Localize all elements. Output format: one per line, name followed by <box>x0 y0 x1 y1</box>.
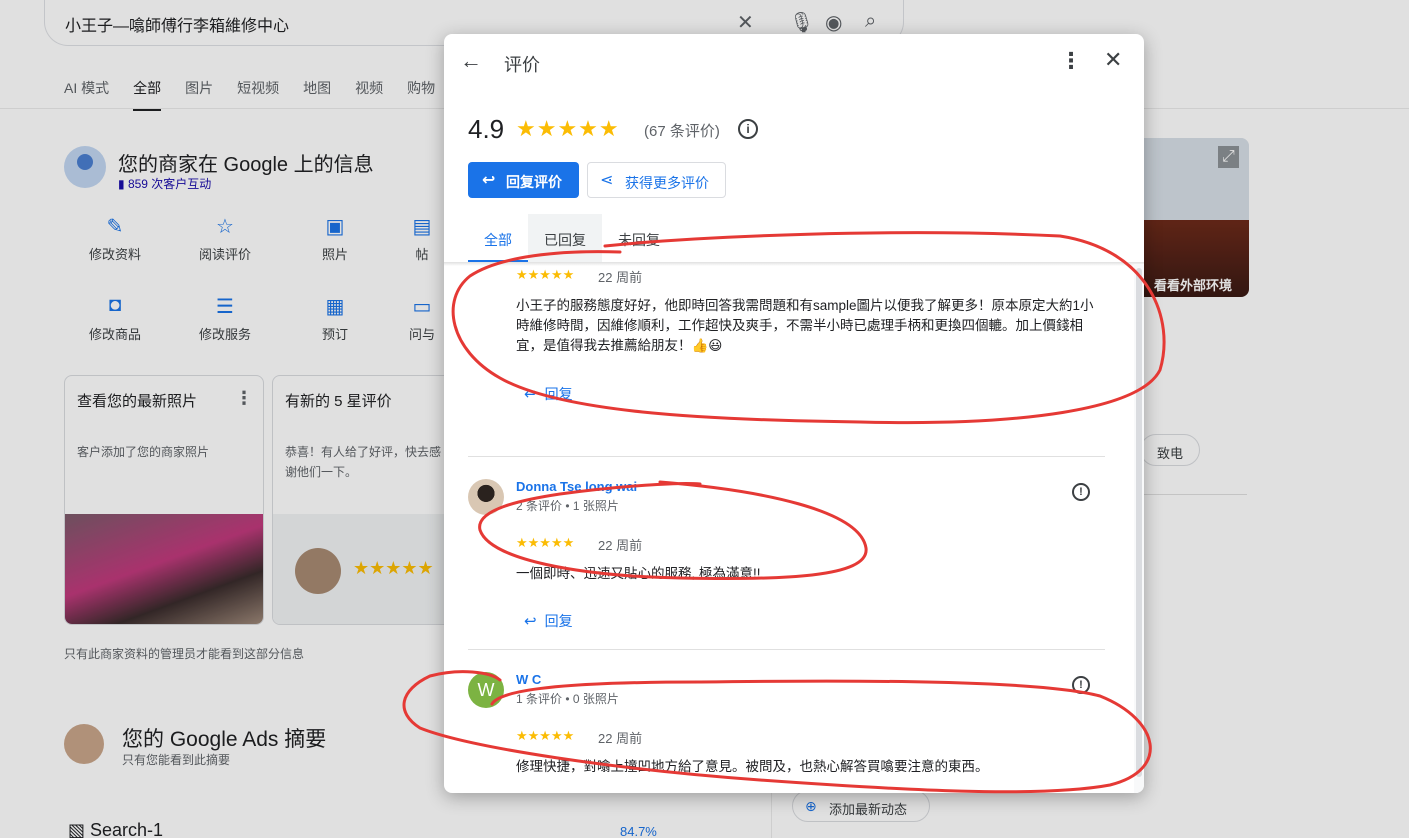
review-text: 小王子的服務態度好好，他即時回答我需問題和有sample圖片以便我了解更多！原本… <box>516 298 1094 353</box>
dialog-title: 评价 <box>504 55 540 75</box>
tab-all-reviews[interactable]: 全部 <box>468 214 528 262</box>
button-label: 获得更多评价 <box>625 175 709 191</box>
tab-replied[interactable]: 已回复 <box>528 214 602 262</box>
dialog-header: ← 评价 ⋮ ✕ <box>444 34 1144 94</box>
share-icon: ⋖ <box>600 172 614 189</box>
close-icon[interactable]: ✕ <box>1104 47 1122 73</box>
review-item: W W C 1 条评价 • 0 张照片 ! ★★★★★ 22 周前 修理快捷，對… <box>468 672 1106 793</box>
review-date: 22 周前 <box>598 538 643 553</box>
info-icon[interactable]: i <box>738 119 758 139</box>
reviewer-meta: 2 条评价 • 1 张照片 <box>516 499 619 513</box>
more-options-icon[interactable]: ⋮ <box>1060 48 1082 74</box>
reply-label: 回复 <box>544 613 573 629</box>
back-arrow-icon[interactable]: ← <box>460 48 482 74</box>
review-stars: ★★★★★ <box>516 267 575 282</box>
review-date: 22 周前 <box>598 731 643 746</box>
get-more-reviews-button[interactable]: ⋖ 获得更多评价 <box>587 162 726 198</box>
review-item: ★★★★★ 22 周前 小王子的服務態度好好，他即時回答我需問題和有sample… <box>468 264 1106 404</box>
reviewer-name[interactable]: Donna Tse long wai <box>516 479 637 494</box>
reviewer-avatar[interactable]: W <box>468 672 504 708</box>
tabs-shadow <box>444 262 1144 266</box>
review-text: 修理快捷，對噏上撞凹地方給了意見。被問及，也熱心解答買噏要注意的東西。 <box>516 759 989 774</box>
button-label: 回复评价 <box>506 174 562 190</box>
reviewer-name[interactable]: W C <box>516 672 541 687</box>
reply-label: 回复 <box>544 386 573 402</box>
tab-unreplied[interactable]: 未回复 <box>602 214 676 262</box>
divider <box>468 456 1105 457</box>
review-stars: ★★★★★ <box>516 535 575 550</box>
scrollbar-thumb[interactable] <box>1136 268 1142 777</box>
review-item: Donna Tse long wai 2 条评价 • 1 张照片 ! ★★★★★… <box>468 479 1106 649</box>
review-text: 一個即時、迅速又貼心的服務, 極為滿意!! <box>516 566 761 581</box>
scrollbar[interactable] <box>1134 264 1144 793</box>
review-count: (67 条评价) <box>644 123 720 140</box>
reply-reviews-button[interactable]: ↩ 回复评价 <box>468 162 579 198</box>
rating-stars: ★★★★★ <box>516 116 620 141</box>
review-list[interactable]: ★★★★★ 22 周前 小王子的服務態度好好，他即時回答我需問題和有sample… <box>444 264 1134 793</box>
review-filter-tabs: 全部 已回复 未回复 <box>468 214 676 262</box>
reviewer-avatar[interactable] <box>468 479 504 515</box>
flag-icon[interactable]: ! <box>1072 676 1090 694</box>
reply-icon: ↩ <box>524 386 537 403</box>
reviews-dialog: ← 评价 ⋮ ✕ 4.9 ★★★★★ (67 条评价) i ↩ 回复评价 ⋖ 获得更… <box>444 34 1144 793</box>
reply-link[interactable]: ↩ 回复 <box>524 611 573 631</box>
review-date: 22 周前 <box>598 270 643 285</box>
review-stars: ★★★★★ <box>516 728 575 743</box>
reply-icon: ↩ <box>524 613 537 630</box>
reply-link[interactable]: ↩ 回复 <box>524 384 573 404</box>
flag-icon[interactable]: ! <box>1072 483 1090 501</box>
reply-icon: ↩ <box>482 172 496 189</box>
divider <box>468 649 1105 650</box>
reviewer-meta: 1 条评价 • 0 张照片 <box>516 692 619 706</box>
average-rating: 4.9 <box>468 114 505 144</box>
